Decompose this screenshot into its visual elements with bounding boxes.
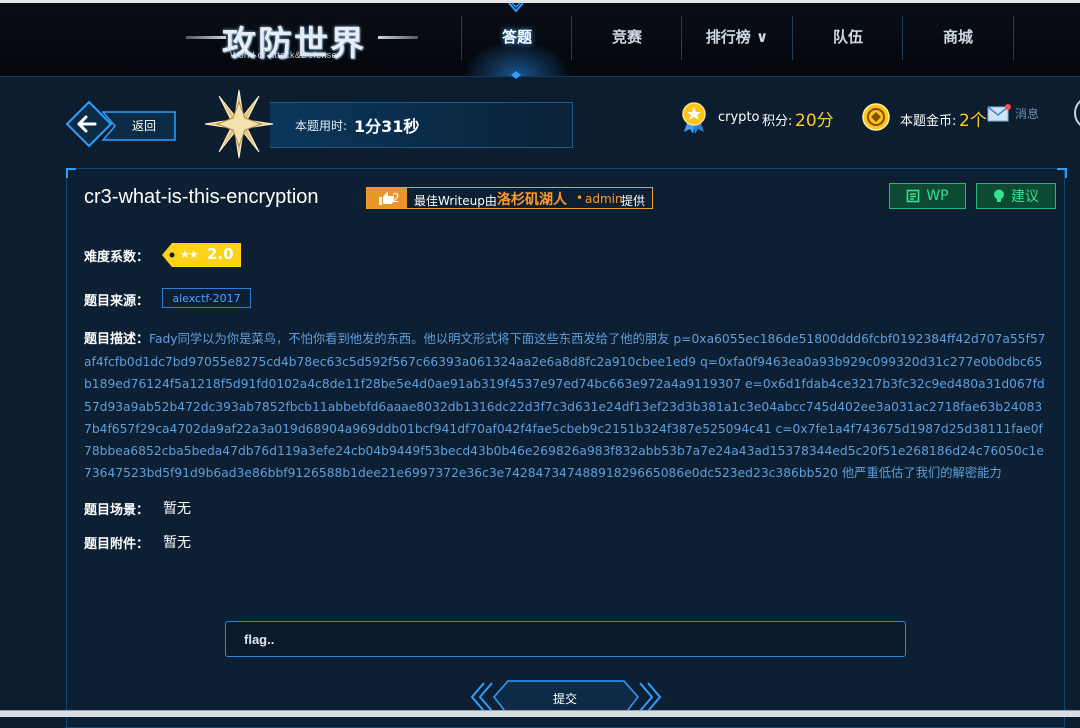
writeup-separator: • — [576, 191, 584, 205]
rank-star-icon — [204, 89, 274, 159]
logo-wing-left — [186, 36, 226, 39]
thumbs-up-icon — [367, 188, 407, 208]
back-button-label[interactable]: 返回 — [132, 117, 156, 134]
difficulty-value: 2.0 — [207, 245, 234, 263]
wp-button-label: WP — [926, 188, 949, 204]
top-border — [0, 0, 1080, 3]
active-tab-diamond-icon — [511, 71, 521, 79]
panel-corner — [66, 168, 76, 178]
nav-item-competitions[interactable]: 竞赛 — [572, 26, 682, 52]
timer-value: 1分31秒 — [354, 117, 420, 136]
bulb-icon — [994, 189, 1004, 202]
scene-label: 题目场景： — [84, 503, 150, 518]
submit-button-label[interactable]: 提交 — [553, 690, 577, 707]
score-label: 积分: — [762, 114, 793, 129]
nav-item-challenges[interactable]: 答题 — [462, 26, 572, 52]
active-tab-marker-icon — [508, 2, 524, 13]
attachment-value: 暂无 — [163, 535, 191, 551]
logo-wing-right — [378, 36, 418, 39]
timer-label: 本题用时: — [295, 119, 348, 133]
scene-value: 暂无 — [163, 501, 191, 517]
back-button[interactable] — [65, 100, 177, 148]
challenge-title: cr3-what-is-this-encryption — [84, 186, 319, 208]
challenge-description: 题目描述：Fady同学以为你是菜鸟，不怕你看到他发的东西。他以明文形式将下面这些… — [84, 328, 1049, 484]
panel-corner — [1057, 168, 1067, 178]
nav-item-leaderboard[interactable]: 排行榜 ∨ — [682, 26, 792, 52]
mail-icon[interactable] — [987, 104, 1011, 122]
writeup-admin-link[interactable]: admin — [585, 192, 623, 206]
nav-item-teams[interactable]: 队伍 — [793, 26, 903, 52]
score-value: 20分 — [795, 111, 834, 131]
writeup-count: 2 — [392, 191, 400, 205]
user-avatar[interactable] — [1074, 96, 1080, 130]
difficulty-stars: ★★ — [180, 248, 199, 261]
writeup-suffix: 提供 — [621, 194, 646, 208]
nav-separator — [1013, 16, 1014, 60]
coin-value: 2个 — [959, 111, 987, 131]
flag-input[interactable] — [225, 621, 906, 657]
suggest-button-label: 建议 — [1011, 189, 1039, 205]
writeup-author-link[interactable]: 洛杉矶湖人 — [497, 189, 567, 209]
attachment-label: 题目附件： — [84, 537, 150, 552]
coin-label: 本题金币: — [900, 114, 957, 129]
source-label: 题目来源： — [84, 294, 150, 309]
coin-icon — [862, 103, 890, 131]
logo-subtitle: World of Attack&Defense — [230, 50, 337, 60]
wp-button[interactable]: WP — [889, 183, 966, 209]
source-tag[interactable]: alexctf-2017 — [162, 288, 251, 308]
medal-icon — [682, 102, 706, 134]
writeup-prefix: 最佳Writeup由 — [414, 194, 497, 208]
site-logo[interactable]: 攻防世界 World of Attack&Defense — [186, 12, 418, 64]
category-label: crypto — [718, 110, 760, 125]
description-text: Fady同学以为你是菜鸟，不怕你看到他发的东西。他以明文形式将下面这些东西发给了… — [84, 332, 1046, 481]
suggest-button[interactable]: 建议 — [976, 183, 1056, 209]
nav-item-shop[interactable]: 商城 — [903, 26, 1013, 52]
document-icon — [907, 189, 920, 203]
description-label: 题目描述： — [84, 332, 150, 347]
difficulty-label: 难度系数： — [84, 250, 150, 265]
top-navbar: 攻防世界 World of Attack&Defense 答题 竞赛 排行榜 ∨… — [0, 0, 1080, 79]
messages-link[interactable]: 消息 — [1015, 105, 1039, 122]
